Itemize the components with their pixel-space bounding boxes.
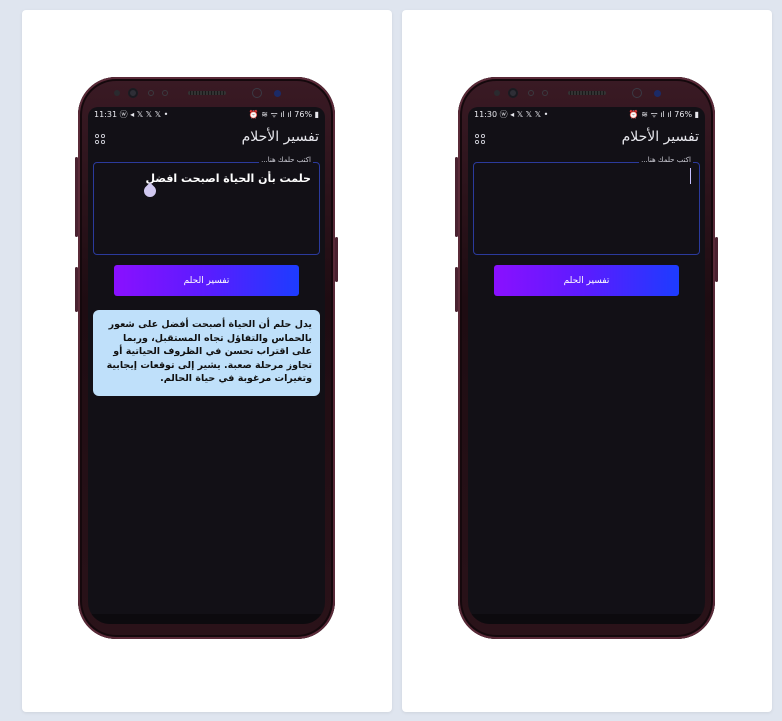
sensor-icon xyxy=(494,90,500,96)
front-camera-icon xyxy=(508,88,518,98)
sensor-icon xyxy=(114,90,120,96)
status-bar: 11:30 ⓦ ◂ 𝕏 𝕏 𝕏 • ⏰ ≋ ᯤ ıl ıl 76% ▮ xyxy=(468,107,705,121)
iris-sensor-icon xyxy=(632,88,642,98)
volume-button xyxy=(455,157,458,237)
earpiece-speaker xyxy=(188,91,226,95)
iris-sensor-icon xyxy=(252,88,262,98)
dream-input-field[interactable]: اكتب حلمك هنا... حلمت بأن الحياة اصبحت ا… xyxy=(93,156,320,255)
page-title: تفسير الأحلام xyxy=(621,129,699,145)
dream-input-field[interactable]: اكتب حلمك هنا... xyxy=(473,156,700,255)
navigation-bar xyxy=(88,614,325,624)
phone-screen: 11:30 ⓦ ◂ 𝕏 𝕏 𝕏 • ⏰ ≋ ᯤ ıl ıl 76% ▮ تفسي… xyxy=(468,107,705,624)
interpretation-result-card: يدل حلم أن الحياة أصبحت أفضل على شعور با… xyxy=(93,310,320,396)
dream-input-label: اكتب حلمك هنا... xyxy=(259,156,313,164)
iris-camera-icon xyxy=(274,90,281,97)
dream-input-label: اكتب حلمك هنا... xyxy=(639,156,693,164)
app-bar: تفسير الأحلام xyxy=(88,127,325,151)
phone-frame: 11:31 ⓦ ◂ 𝕏 𝕏 𝕏 • ⏰ ≋ ᯤ ıl ıl 76% ▮ تفسي… xyxy=(75,77,338,639)
text-cursor xyxy=(690,168,691,184)
status-bar: 11:31 ⓦ ◂ 𝕏 𝕏 𝕏 • ⏰ ≋ ᯤ ıl ıl 76% ▮ xyxy=(88,107,325,121)
power-button xyxy=(335,237,338,282)
bixby-button xyxy=(455,267,458,312)
result-line: بالحماس والتفاؤل تجاه المستقبل، وربما xyxy=(123,332,312,344)
result-line: على اقتراب تحسن في الظروف الحياتية أو xyxy=(113,346,312,358)
status-time: 11:31 ⓦ ◂ 𝕏 𝕏 𝕏 • xyxy=(94,109,169,119)
earpiece-speaker xyxy=(568,91,606,95)
page-title: تفسير الأحلام xyxy=(241,129,319,145)
front-camera-icon xyxy=(128,88,138,98)
status-time: 11:30 ⓦ ◂ 𝕏 𝕏 𝕏 • xyxy=(474,109,549,119)
iris-camera-icon xyxy=(654,90,661,97)
navigation-bar xyxy=(468,614,705,624)
sensor-icon xyxy=(148,90,154,96)
phone-screen: 11:31 ⓦ ◂ 𝕏 𝕏 𝕏 • ⏰ ≋ ᯤ ıl ıl 76% ▮ تفسي… xyxy=(88,107,325,624)
interpret-dream-button[interactable]: تفسير الحلم xyxy=(114,265,299,296)
result-line: يدل حلم أن الحياة أصبحت أفضل على شعور xyxy=(108,319,312,330)
result-line: تجاوز مرحلة صعبة. يشير إلى توقعات إيجابي… xyxy=(106,359,312,371)
power-button xyxy=(715,237,718,282)
dream-input-value[interactable]: حلمت بأن الحياة اصبحت افضل xyxy=(146,172,311,185)
interpret-dream-button[interactable]: تفسير الحلم xyxy=(494,265,679,296)
volume-button xyxy=(75,157,78,237)
bixby-button xyxy=(75,267,78,312)
interpretation-result-text: يدل حلم أن الحياة أصبحت أفضل على شعور با… xyxy=(101,318,312,386)
screenshot-card-right: 11:30 ⓦ ◂ 𝕏 𝕏 𝕏 • ⏰ ≋ ᯤ ıl ıl 76% ▮ تفسي… xyxy=(402,10,772,712)
grid-dots-icon[interactable] xyxy=(94,133,106,145)
status-icons: ⏰ ≋ ᯤ ıl ıl 76% ▮ xyxy=(248,109,319,119)
status-icons: ⏰ ≋ ᯤ ıl ıl 76% ▮ xyxy=(628,109,699,119)
sensor-icon xyxy=(542,90,548,96)
result-line: وتغيرات مرغوبة في حياة الحالم. xyxy=(160,373,312,385)
sensor-icon xyxy=(162,90,168,96)
grid-dots-icon[interactable] xyxy=(474,133,486,145)
phone-frame: 11:30 ⓦ ◂ 𝕏 𝕏 𝕏 • ⏰ ≋ ᯤ ıl ıl 76% ▮ تفسي… xyxy=(455,77,718,639)
text-selection-handle-icon[interactable] xyxy=(141,182,159,200)
sensor-icon xyxy=(528,90,534,96)
app-bar: تفسير الأحلام xyxy=(468,127,705,151)
screenshot-card-left: 11:31 ⓦ ◂ 𝕏 𝕏 𝕏 • ⏰ ≋ ᯤ ıl ıl 76% ▮ تفسي… xyxy=(22,10,392,712)
